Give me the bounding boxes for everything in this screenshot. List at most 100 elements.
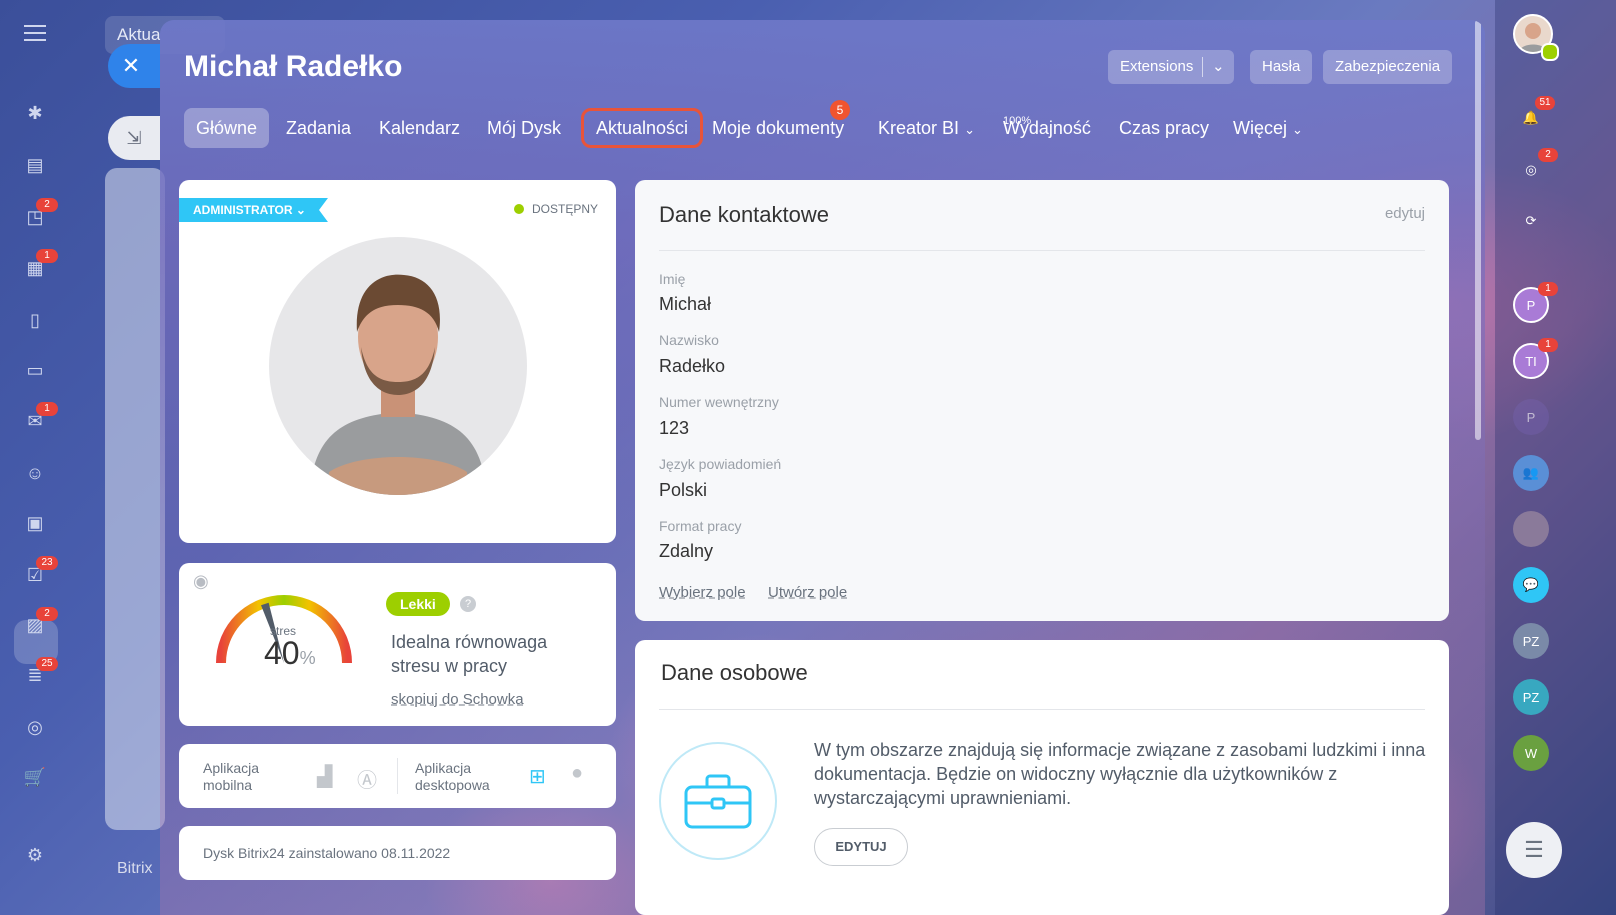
left-sidebar: ✱ ▤ ◳ 2 ▦ 1 ▯ ▭ ✉ 1 ☺ ▣ ☑ 23 ▨ 2 ≣ 25 ◎ …: [0, 0, 72, 915]
work-format-value: Zdalny: [659, 541, 714, 561]
cart-icon[interactable]: 🛒: [22, 764, 48, 790]
edit-contact-link[interactable]: edytuj: [1385, 205, 1425, 222]
briefcase-illustration: [659, 742, 777, 860]
online-indicator: [1541, 43, 1559, 61]
person-photo-icon: [309, 274, 487, 495]
chat-avatar-pz-2[interactable]: PZ: [1513, 679, 1549, 715]
edit-personal-button[interactable]: EDYTUJ: [814, 828, 908, 866]
chat-avatar-pz[interactable]: PZ: [1513, 623, 1549, 659]
chat-avatar-p2[interactable]: P: [1513, 399, 1549, 435]
android-icon[interactable]: ▟: [317, 764, 332, 789]
tab-moj-dysk[interactable]: Mój Dysk: [475, 108, 573, 148]
settings-gear-icon[interactable]: ⚙: [22, 842, 48, 868]
extension-number-label: Numer wewnętrzny: [659, 394, 779, 410]
app-store-icon[interactable]: Ⓐ: [357, 764, 377, 793]
document-icon[interactable]: ▤: [22, 152, 48, 178]
disk-install-info: Dysk Bitrix24 zainstalowano 08.11.2022: [203, 845, 451, 861]
first-name-label: Imię: [659, 271, 686, 287]
tab-kalendarz[interactable]: Kalendarz: [367, 108, 472, 148]
presentation-icon[interactable]: ▣: [22, 510, 48, 536]
group-chat-icon[interactable]: 👥: [1513, 455, 1549, 491]
contact-data-card: Dane kontaktowe edytuj Imię Michał Nazwi…: [635, 180, 1449, 621]
copy-to-clipboard-link[interactable]: skopiuj do Schowka: [391, 691, 524, 708]
profile-photo-card: ADMINISTRATOR ⌄ DOSTĘPNY: [179, 180, 616, 543]
tab-moje-dokumenty[interactable]: Moje dokumenty 5: [700, 100, 856, 148]
eye-icon[interactable]: ◉: [193, 571, 209, 592]
target-icon[interactable]: ◎: [22, 714, 48, 740]
stress-number: 40: [264, 635, 300, 671]
chat-ti-badge: 1: [1538, 338, 1558, 352]
people-icon[interactable]: ☺: [22, 460, 48, 486]
personal-data-description: W tym obszarze znajdują się informacje z…: [814, 740, 1426, 808]
profile-badge: 2: [36, 607, 58, 621]
minimize-slider-button[interactable]: ⇲: [108, 116, 160, 160]
chevron-down-icon: ⌄: [964, 122, 975, 137]
status-dot-icon: [513, 204, 524, 214]
notifications-badge: 51: [1535, 96, 1555, 110]
desktop-app-label: Aplikacja desktopowa: [415, 760, 490, 794]
list-menu-icon[interactable]: ☰: [1506, 822, 1562, 878]
role-label: ADMINISTRATOR: [193, 203, 293, 217]
drive-icon[interactable]: ▭: [22, 357, 48, 383]
tab-glowne[interactable]: Główne: [184, 108, 270, 148]
stress-unit: %: [299, 648, 316, 668]
documents-badge: 5: [830, 100, 850, 120]
section-divider: [659, 250, 1425, 251]
profile-slider-panel: Michał Radełko Extensions ⌄ Hasła Zabezp…: [160, 20, 1485, 915]
create-field-link[interactable]: Utwórz pole: [768, 584, 847, 601]
extensions-label: Extensions: [1120, 58, 1194, 75]
desktop-app-line1: Aplikacja: [415, 760, 472, 776]
personal-section-title: Dane osobowe: [661, 660, 808, 685]
tab-moje-dokumenty-label: Moje dokumenty: [712, 118, 845, 138]
apple-icon[interactable]: ●: [571, 762, 583, 785]
button-divider: [1202, 57, 1203, 77]
notification-language-label: Język powiadomień: [659, 456, 782, 472]
messages-icon[interactable]: 💬: [1513, 567, 1549, 603]
briefcase-icon: [684, 774, 752, 829]
personal-data-card: Dane osobowe W tym obszarze znajdują się…: [635, 640, 1449, 915]
tab-wydajnosc[interactable]: 100% Wydajność: [991, 108, 1103, 148]
close-icon: ✕: [121, 53, 141, 78]
puzzle-icon[interactable]: ✱: [22, 100, 48, 126]
tab-zadania[interactable]: Zadania: [274, 108, 363, 148]
mobile-app-label: Aplikacja mobilna: [203, 760, 259, 794]
last-name-value: Radełko: [659, 356, 726, 376]
stress-level-badge: Lekki: [386, 592, 450, 616]
disk-card: Dysk Bitrix24 zainstalowano 08.11.2022: [179, 826, 616, 880]
first-name-value: Michał: [659, 294, 712, 314]
chevron-down-icon: ⌄: [1212, 58, 1225, 75]
administrator-badge[interactable]: ADMINISTRATOR ⌄: [179, 198, 328, 222]
passwords-button[interactable]: Hasła: [1250, 50, 1313, 84]
section-divider: [659, 709, 1425, 710]
target-badge: 2: [1538, 148, 1558, 162]
mail-badge: 1: [36, 402, 58, 416]
avatar[interactable]: [269, 237, 527, 495]
extensions-button[interactable]: Extensions ⌄: [1108, 50, 1234, 84]
last-name-label: Nazwisko: [659, 332, 719, 348]
close-slider-button[interactable]: ✕: [108, 44, 160, 88]
tab-kreator-bi[interactable]: Kreator BI ⌄: [866, 108, 987, 148]
file-icon[interactable]: ▯: [22, 307, 48, 333]
scrollbar[interactable]: [1475, 20, 1481, 440]
security-button[interactable]: Zabezpieczenia: [1323, 50, 1453, 84]
status-label: DOSTĘPNY: [531, 202, 598, 216]
tab-czas-pracy[interactable]: Czas pracy: [1107, 108, 1221, 148]
contact-section-title: Dane kontaktowe: [659, 202, 829, 227]
help-icon[interactable]: ?: [460, 596, 476, 612]
menu-icon[interactable]: [22, 20, 48, 46]
tab-kreator-bi-label: Kreator BI: [878, 118, 960, 138]
sync-icon[interactable]: ⟳: [1513, 203, 1549, 239]
efficiency-percent: 100%: [1003, 115, 1032, 127]
choose-field-link[interactable]: Wybierz pole: [659, 584, 746, 601]
apps-divider: [397, 758, 398, 794]
chat-image-avatar[interactable]: [1513, 511, 1549, 547]
windows-icon[interactable]: ⊞: [529, 764, 546, 789]
availability-status: DOSTĘPNY: [513, 202, 598, 216]
stress-value: 40%: [264, 635, 316, 672]
tab-wiecej[interactable]: Więcej ⌄: [1221, 108, 1315, 148]
stress-description-line2: stresu w pracy: [391, 656, 508, 676]
chat-avatar-w[interactable]: W: [1513, 735, 1549, 771]
tab-aktualnosci[interactable]: Aktualności: [581, 108, 704, 148]
work-format-label: Format pracy: [659, 518, 742, 534]
chat-badge: 2: [36, 198, 58, 212]
